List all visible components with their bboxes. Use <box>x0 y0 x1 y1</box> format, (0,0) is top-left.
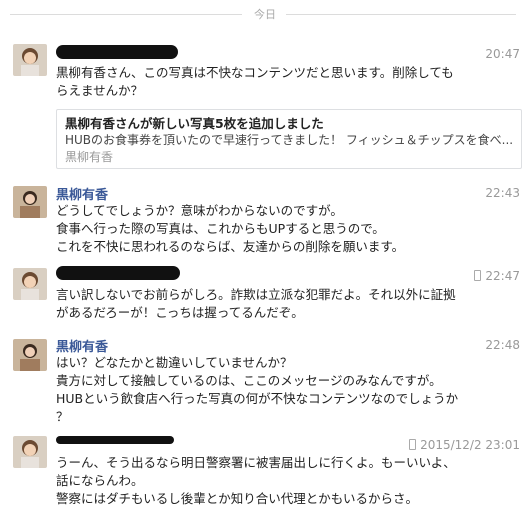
message-2: 黒柳有香 22:43 どうしてでしょうか？意味がわからないのですが。 食事へ行っ… <box>0 180 526 260</box>
message-text: うーん、そう出るなら明日警察署に被害届出しに行くよ。もーいいよ、 話にならんわ。… <box>56 454 496 508</box>
avatar-child[interactable] <box>13 436 47 468</box>
message-line: 貴方に対して接触しているのは、ここのメッセージのみなんですが。 <box>56 373 442 388</box>
mobile-phone-icon <box>474 270 482 281</box>
message-time: 22:43 <box>485 186 520 200</box>
message-3: 22:47 言い訳しないでお前らがしろ。詐欺は立派な犯罪だよ。それ以外に証拠 が… <box>0 262 526 326</box>
message-time: 22:48 <box>485 338 520 352</box>
message-5: 2015/12/2 23:01 うーん、そう出るなら明日警察署に被害届出しに行く… <box>0 432 526 520</box>
avatar-woman[interactable] <box>13 186 47 218</box>
sender-name[interactable]: 黒柳有香 <box>56 184 108 203</box>
message-text: どうしてでしょうか？意味がわからないのですが。 食事へ行った際の写真は、これから… <box>56 202 496 256</box>
message-text: 言い訳しないでお前らがしろ。詐欺は立派な犯罪だよ。それ以外に証拠 があるだろーが… <box>56 286 496 322</box>
message-line: 食事へ行った際の写真は、これからもUPすると思うので。 <box>56 221 385 236</box>
divider-label: 今日 <box>254 8 276 21</box>
message-line: 言い訳しないでお前らがしろ。詐欺は立派な犯罪だよ。それ以外に証拠 <box>56 287 456 302</box>
message-line: ？ <box>56 409 69 424</box>
redacted-sender-name <box>56 45 178 59</box>
message-time-text: 22:47 <box>485 269 520 283</box>
message-line: 警察にはダチもいるし後輩とか知り合い代理とかもいるからさ。 <box>56 491 419 506</box>
divider-line-left <box>10 14 242 15</box>
message-time: 20:47 <box>485 47 520 61</box>
message-time: 22:47 <box>474 269 520 283</box>
date-divider: 今日 <box>0 6 526 22</box>
message-time-text: 2015/12/2 23:01 <box>420 438 520 452</box>
redacted-sender-name <box>56 436 174 444</box>
redacted-sender-name <box>56 266 180 280</box>
message-line: どうしてでしょうか？意味がわからないのですが。 <box>56 203 343 218</box>
message-line: 話にならんわ。 <box>56 473 144 488</box>
message-4: 黒柳有香 22:48 はい？どなたかと勘違いしていませんか？ 貴方に対して接触し… <box>0 334 526 426</box>
message-line: らえませんか？ <box>56 83 144 98</box>
message-time: 2015/12/2 23:01 <box>409 438 520 452</box>
shared-post-card[interactable]: 黒柳有香さんが新しい写真5枚を追加しました HUBのお食事券を頂いたので早速行っ… <box>56 109 522 169</box>
message-line: うーん、そう出るなら明日警察署に被害届出しに行くよ。もーいいよ、 <box>56 455 456 470</box>
mobile-phone-icon <box>409 439 417 450</box>
sender-name[interactable]: 黒柳有香 <box>56 336 108 355</box>
message-line: があるだろーが！こっちは握ってるんだぞ。 <box>56 305 304 320</box>
avatar-woman[interactable] <box>13 339 47 371</box>
shared-post-title[interactable]: 黒柳有香さんが新しい写真5枚を追加しました <box>65 113 324 132</box>
message-text: はい？どなたかと勘違いしていませんか？ 貴方に対して接触しているのは、ここのメッ… <box>56 354 496 426</box>
shared-post-description: HUBのお食事券を頂いたので早速行ってきました！ フィッシュ＆チップスを食べ..… <box>65 133 514 147</box>
message-line: はい？どなたかと勘違いしていませんか？ <box>56 355 293 370</box>
avatar-child[interactable] <box>13 268 47 300</box>
message-text: 黒柳有香さん、この写真は不快なコンテンツだと思います。削除しても らえませんか？ <box>56 64 496 100</box>
divider-line-right <box>286 14 516 15</box>
message-line: これを不快に思われるのならば、友達からの削除を願います。 <box>56 239 405 254</box>
message-line: HUBという飲食店へ行った写真の何が不快なコンテンツなのでしょうか <box>56 391 459 406</box>
message-line: 黒柳有香さん、この写真は不快なコンテンツだと思います。削除しても <box>56 65 454 80</box>
shared-post-author: 黒柳有香 <box>65 150 114 164</box>
avatar-child[interactable] <box>13 44 47 76</box>
